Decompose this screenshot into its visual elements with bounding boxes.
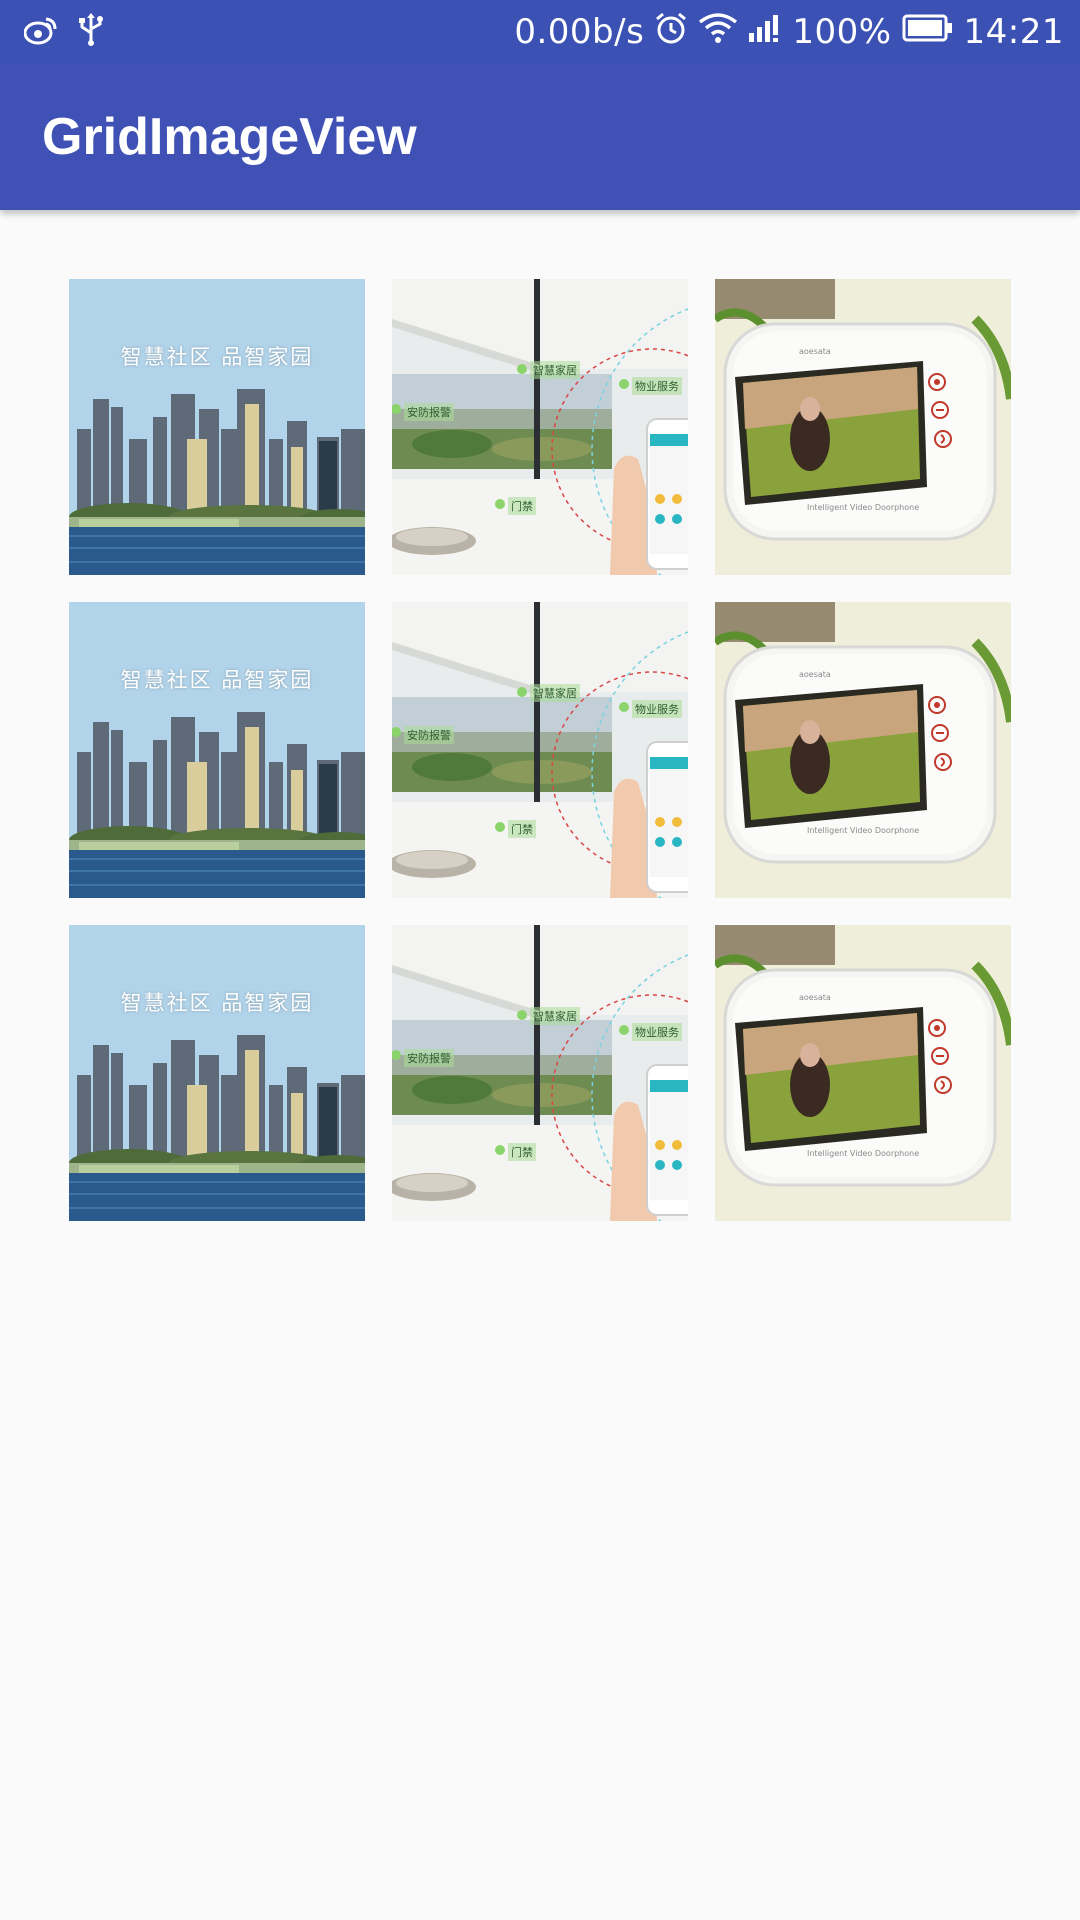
tag-smart-home: 智慧家居 xyxy=(530,361,580,379)
grid-image-intercom[interactable]: aoesata Intelligent Video Doorphone xyxy=(715,602,1011,898)
tag-property-service: 物业服务 xyxy=(632,377,682,395)
wifi-icon xyxy=(698,12,738,53)
grid-image-city[interactable]: 智慧社区 品智家园 xyxy=(69,925,365,1221)
battery-icon xyxy=(902,12,954,52)
signal-icon xyxy=(748,12,782,52)
tag-smart-home: 智慧家居 xyxy=(530,684,580,702)
intercom-model: Intelligent Video Doorphone xyxy=(807,826,920,835)
grid-image-smart-home[interactable]: 智慧家居 物业服务 安防报警 门禁 xyxy=(392,925,688,1221)
image-grid: 智慧社区 品智家园 智慧家居 物业服务 安防报警 门禁 aoesata Inte… xyxy=(69,279,1011,1221)
intercom-brand: aoesata xyxy=(799,993,831,1002)
city-caption: 智慧社区 品智家园 xyxy=(120,668,314,692)
tag-security-alarm: 安防报警 xyxy=(404,1049,454,1067)
grid-image-city[interactable]: 智慧社区 品智家园 xyxy=(69,279,365,575)
status-bar: 0.00b/s 100% 14:21 xyxy=(0,0,1080,63)
tag-security-alarm: 安防报警 xyxy=(404,403,454,421)
city-caption: 智慧社区 品智家园 xyxy=(120,345,314,369)
grid-image-city[interactable]: 智慧社区 品智家园 xyxy=(69,602,365,898)
grid-image-intercom[interactable]: aoesata Intelligent Video Doorphone xyxy=(715,279,1011,575)
app-title: GridImageView xyxy=(42,108,417,166)
tag-property-service: 物业服务 xyxy=(632,1023,682,1041)
tag-access-control: 门禁 xyxy=(508,497,536,515)
city-caption: 智慧社区 品智家园 xyxy=(120,991,314,1015)
weibo-icon xyxy=(23,15,58,49)
alarm-icon xyxy=(654,11,688,54)
network-speed: 0.00b/s xyxy=(514,12,645,52)
intercom-brand: aoesata xyxy=(799,670,831,679)
tag-smart-home: 智慧家居 xyxy=(530,1007,580,1025)
usb-icon xyxy=(78,13,104,51)
grid-image-intercom[interactable]: aoesata Intelligent Video Doorphone xyxy=(715,925,1011,1221)
grid-image-smart-home[interactable]: 智慧家居 物业服务 安防报警 门禁 xyxy=(392,279,688,575)
intercom-model: Intelligent Video Doorphone xyxy=(807,1149,920,1158)
tag-access-control: 门禁 xyxy=(508,820,536,838)
tag-security-alarm: 安防报警 xyxy=(404,726,454,744)
intercom-model: Intelligent Video Doorphone xyxy=(807,503,920,512)
clock-time: 14:21 xyxy=(963,12,1064,52)
grid-image-smart-home[interactable]: 智慧家居 物业服务 安防报警 门禁 xyxy=(392,602,688,898)
intercom-brand: aoesata xyxy=(799,347,831,356)
app-bar: GridImageView xyxy=(0,63,1080,210)
battery-percent: 100% xyxy=(792,12,892,52)
tag-property-service: 物业服务 xyxy=(632,700,682,718)
tag-access-control: 门禁 xyxy=(508,1143,536,1161)
